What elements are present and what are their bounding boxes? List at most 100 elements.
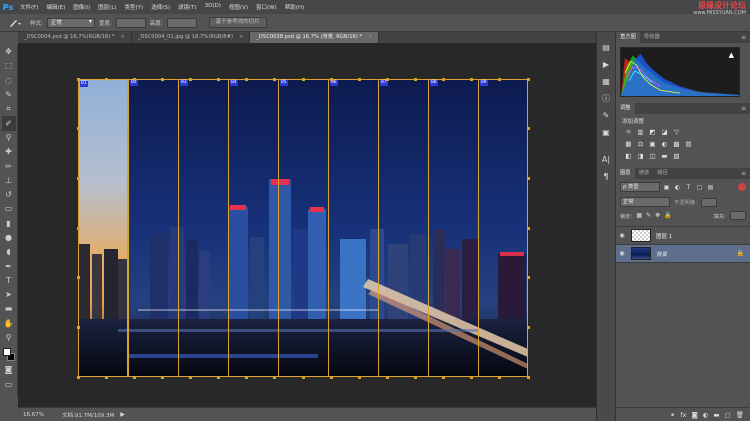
slice-region[interactable]: 07 (378, 79, 428, 377)
blur-tool-icon[interactable]: ● (2, 231, 16, 245)
actions-play-icon[interactable]: ▶ (599, 57, 613, 71)
tab-doc-2[interactable]: _DSC0004_01.jpg @ 16.7%(RGB/8#) × (132, 32, 251, 43)
visibility-eye-icon[interactable]: ◉ (616, 250, 628, 257)
tab-paths[interactable]: 路径 (653, 168, 672, 179)
adjustment-icon[interactable]: ▩ (672, 140, 681, 148)
layer-row-selected[interactable]: ◉ 背景 🔒 (616, 245, 750, 263)
zoom-tool-icon[interactable]: ⚲ (2, 331, 16, 345)
slice-handle[interactable] (189, 375, 192, 379)
panel-menu-icon[interactable]: ≡ (741, 34, 750, 41)
slice-handle[interactable] (357, 77, 361, 81)
slice-handle[interactable] (385, 375, 389, 379)
visibility-eye-icon[interactable]: ◉ (616, 232, 628, 239)
menu-item[interactable]: 帮助(H) (281, 3, 308, 11)
adjustment-icon[interactable]: ▣ (648, 140, 657, 148)
pen-tool-icon[interactable]: ✒ (2, 259, 16, 273)
layer-row[interactable]: ◉ 图层 1 (616, 227, 750, 245)
slice-handle[interactable] (526, 77, 530, 81)
panel-menu-icon[interactable]: ≡ (741, 105, 750, 112)
brush-tool-icon[interactable]: ✏ (2, 159, 16, 173)
lasso-tool-icon[interactable]: ◌ (2, 74, 16, 88)
tool-presets-icon[interactable]: ▣ (599, 125, 613, 139)
shape-tool-icon[interactable]: ▬ (2, 302, 16, 316)
close-icon[interactable]: × (120, 34, 124, 40)
slice-handle[interactable] (189, 77, 192, 81)
menu-item[interactable]: 图层(L) (94, 3, 120, 11)
adjustment-icon[interactable]: ◩ (648, 128, 657, 136)
opacity-field[interactable] (700, 197, 717, 207)
status-menu-arrow-icon[interactable]: ▶ (120, 411, 125, 418)
crop-tool-icon[interactable]: ⌗ (2, 102, 16, 116)
add-mask-icon[interactable]: ◙ (691, 411, 697, 419)
tab-doc-1[interactable]: _DSC0004.psd @ 16.7%(RGB/16) * × (18, 32, 132, 43)
slice-handle[interactable] (385, 77, 389, 81)
slice-handle[interactable] (442, 77, 446, 81)
width-field[interactable] (115, 17, 146, 28)
filter-type-icon[interactable]: T (684, 183, 693, 192)
adjustment-icon[interactable]: ▬ (660, 152, 669, 160)
blend-mode-select[interactable]: 正常 (620, 197, 670, 207)
slice-handle[interactable] (329, 77, 333, 81)
slice-handle[interactable] (245, 77, 249, 81)
layer-filter-select[interactable]: ρ 类型 (620, 182, 660, 192)
lock-all-icon[interactable]: 🔒 (664, 212, 671, 219)
gradient-tool-icon[interactable]: ▮ (2, 217, 16, 231)
character-panel-icon[interactable]: A| (599, 152, 613, 166)
slice-handle[interactable] (526, 176, 530, 180)
slice-handle[interactable] (76, 77, 80, 81)
slice-handle[interactable] (526, 276, 530, 280)
new-group-icon[interactable]: ▬ (713, 411, 719, 419)
foreground-color-swatch[interactable] (2, 348, 11, 357)
lock-position-icon[interactable]: ✥ (655, 212, 660, 219)
delete-layer-icon[interactable]: 🗑 (736, 411, 744, 419)
filter-smart-icon[interactable]: ▤ (706, 183, 715, 192)
slice-handle[interactable] (498, 77, 502, 81)
slice-handle[interactable] (76, 127, 80, 131)
menu-item[interactable]: 编辑(E) (42, 3, 69, 11)
tab-layers[interactable]: 图层 (616, 168, 635, 179)
healing-brush-tool-icon[interactable]: ✚ (2, 145, 16, 159)
history-panel-icon[interactable]: ▤ (599, 40, 613, 54)
filter-pixel-icon[interactable]: ▣ (662, 183, 671, 192)
zoom-level[interactable]: 16.67% (18, 412, 50, 418)
menu-item[interactable]: 类型(Y) (121, 3, 148, 11)
adjustment-icon[interactable]: ◫ (648, 152, 657, 160)
slice-handle[interactable] (526, 325, 530, 329)
clipping-warning-icon[interactable]: ▲ (729, 51, 734, 59)
quick-mask-icon[interactable]: ◙ (2, 363, 16, 377)
menu-item[interactable]: 文件(F) (16, 3, 42, 11)
tab-channels[interactable]: 通道 (635, 168, 654, 179)
menu-item[interactable]: 视图(V) (225, 3, 252, 11)
slice-handle[interactable] (104, 77, 108, 81)
slice-handle[interactable] (526, 127, 530, 131)
close-icon[interactable]: × (368, 34, 372, 40)
slice-tool-icon[interactable]: ✐ (1, 116, 16, 131)
slice-handle[interactable] (217, 375, 221, 379)
slice-handle[interactable] (526, 375, 530, 379)
history-brush-tool-icon[interactable]: ↺ (2, 188, 16, 202)
adjustment-icon[interactable]: ☼ (624, 128, 633, 136)
adjustment-icon[interactable]: ▥ (636, 128, 645, 136)
style-select[interactable]: 正常 (46, 17, 95, 28)
slice-handle[interactable] (414, 77, 417, 81)
canvas-area[interactable]: 01 02 03 04 05 06 07 08 09 (18, 43, 596, 407)
slice-region[interactable]: 06 (328, 79, 378, 377)
dodge-tool-icon[interactable]: ◖ (2, 245, 16, 259)
slice-handle[interactable] (498, 375, 502, 379)
slice-handle[interactable] (217, 77, 221, 81)
quick-select-tool-icon[interactable]: ✎ (2, 88, 16, 102)
marquee-tool-icon[interactable]: ⬚ (2, 59, 16, 73)
menu-item[interactable]: 选择(S) (147, 3, 174, 11)
slice-region[interactable]: 01 (78, 79, 128, 377)
adjustment-icon[interactable]: ◨ (636, 152, 645, 160)
slice-handle[interactable] (245, 375, 249, 379)
slice-handle[interactable] (329, 375, 333, 379)
slice-handle[interactable] (301, 375, 305, 379)
height-field[interactable] (166, 17, 197, 28)
slice-handle[interactable] (301, 77, 305, 81)
link-layers-icon[interactable]: ⚭ (670, 411, 675, 419)
slice-region[interactable]: 03 (178, 79, 228, 377)
panel-menu-icon[interactable]: ≡ (741, 170, 750, 177)
lock-pixels-icon[interactable]: ✎ (646, 212, 651, 219)
slice-select-icon[interactable] (4, 17, 26, 29)
